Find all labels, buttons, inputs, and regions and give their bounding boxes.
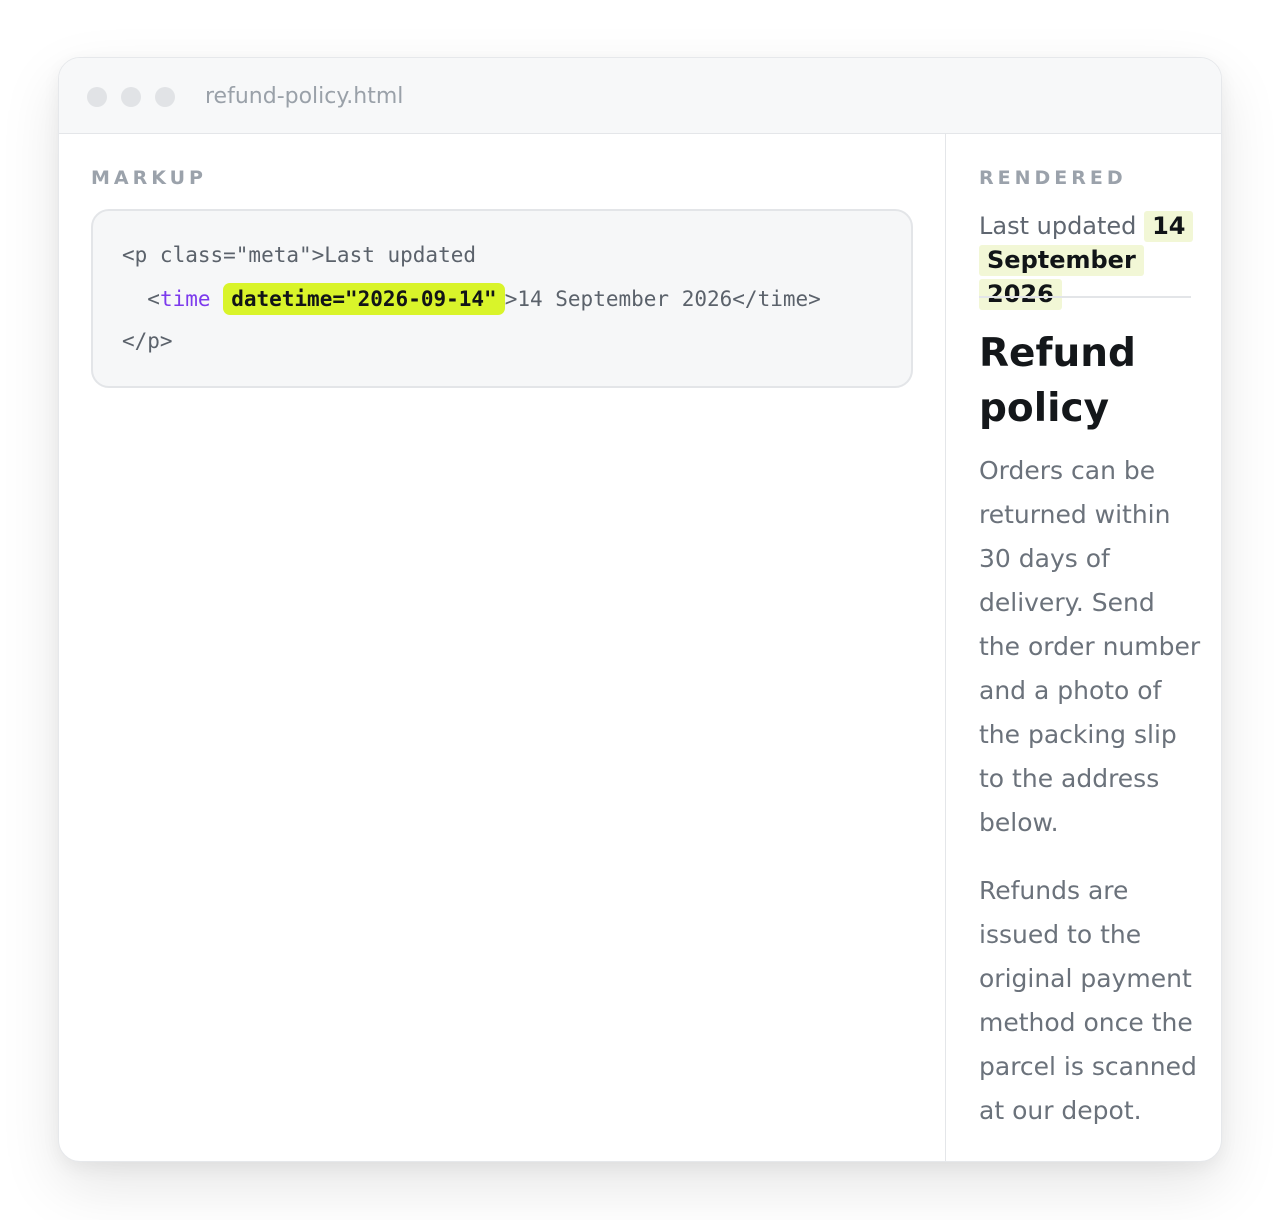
code-open-bracket: < [147, 287, 160, 311]
last-updated-label: Last updated [979, 212, 1137, 240]
markup-section-label: MARKUP [91, 167, 207, 189]
maximize-window-dot-icon[interactable] [155, 87, 175, 107]
highlighted-datetime-attribute: datetime="2026-09-14" [223, 283, 505, 315]
code-line-2-rest: >14 September 2026</time> [504, 287, 821, 311]
page-title: Refund policy [979, 331, 1136, 431]
markup-panel: MARKUP <p class="meta">Last updated <tim… [59, 134, 946, 1161]
rendered-section-label: RENDERED [979, 167, 1127, 189]
window-filename: refund-policy.html [205, 84, 404, 109]
title-bar: refund-policy.html [59, 58, 1221, 134]
rendered-panel: RENDERED Last updated 14 September 2026 … [947, 134, 1221, 1161]
minimize-window-dot-icon[interactable] [121, 87, 141, 107]
code-tag-name: time [159, 287, 211, 311]
meta-divider [979, 296, 1191, 298]
code-line-1: <p class="meta">Last updated [122, 243, 477, 267]
close-window-dot-icon[interactable] [87, 87, 107, 107]
code-line-3: </p> [122, 329, 173, 353]
policy-paragraph-1: Orders can be returned within 30 days of… [979, 456, 1201, 837]
policy-paragraph-2: Refunds are issued to the original payme… [979, 876, 1197, 1125]
browser-window: refund-policy.html MARKUP <p class="meta… [58, 57, 1222, 1162]
code-line-2: <time datetime="2026-09-14" >14 September… [122, 283, 821, 315]
code-block: <p class="meta">Last updated <time datet… [91, 209, 913, 388]
